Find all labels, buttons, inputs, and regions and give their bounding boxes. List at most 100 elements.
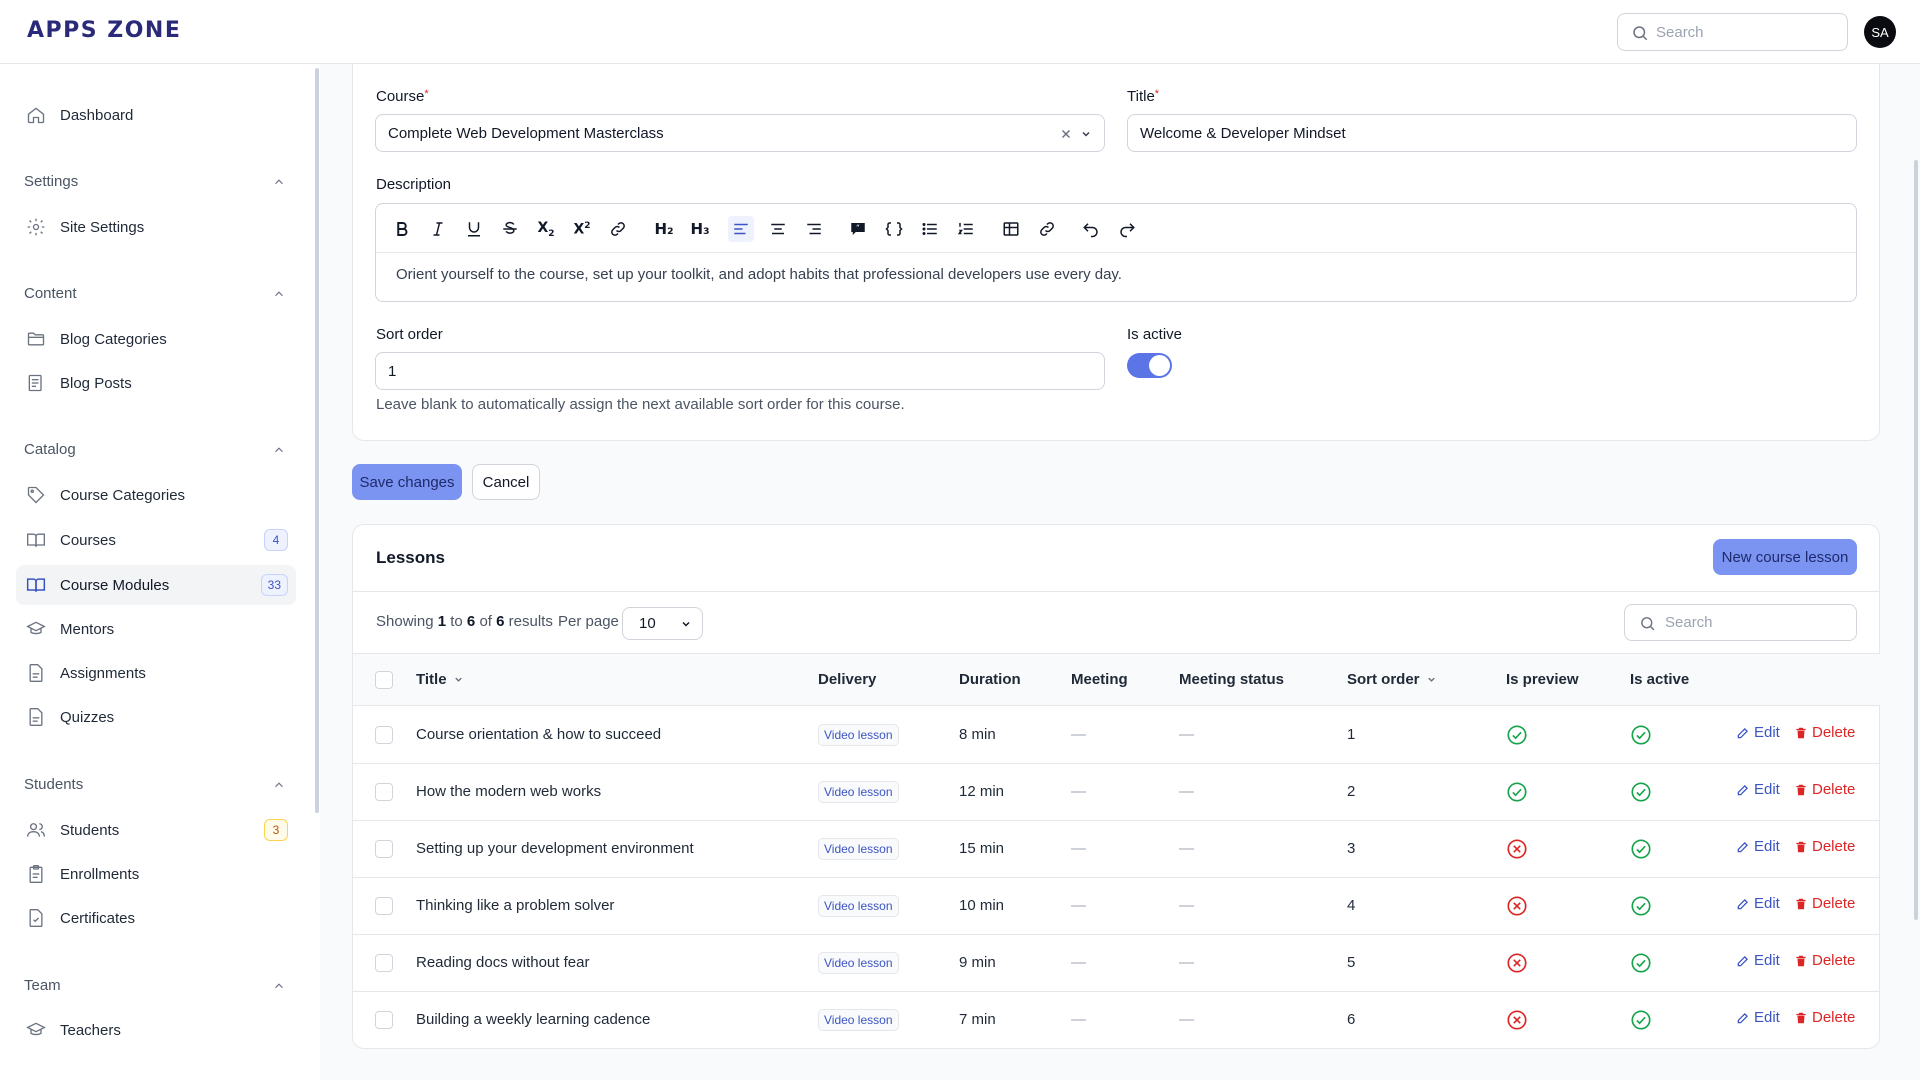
align-center-button[interactable] [765, 216, 791, 242]
sidebar-item-students[interactable]: Students 3 [16, 810, 296, 850]
edit-button[interactable]: Edit [1736, 952, 1780, 969]
underline-button[interactable] [461, 216, 487, 242]
course-select[interactable]: Complete Web Development Masterclass [375, 114, 1105, 152]
description-editor[interactable]: X2 X2 H₂ H₃ “ Orient yourself to the cou… [375, 203, 1857, 302]
sidebar-item-courses[interactable]: Courses 4 [16, 520, 296, 560]
align-right-button[interactable] [801, 216, 827, 242]
table-row: How the modern web works Video lesson 12 m… [353, 764, 1880, 821]
delete-button[interactable]: Delete [1794, 1009, 1855, 1026]
edit-button[interactable]: Edit [1736, 838, 1780, 855]
lessons-search[interactable] [1624, 604, 1857, 641]
is-active-status [1630, 1009, 1652, 1031]
chevron-down-icon[interactable] [1080, 128, 1092, 140]
align-left-button[interactable] [728, 216, 754, 242]
sidebar-item-blog-categories[interactable]: Blog Categories [16, 319, 296, 359]
lesson-title[interactable]: Reading docs without fear [416, 954, 589, 971]
clear-icon[interactable] [1060, 128, 1072, 140]
delete-button[interactable]: Delete [1794, 781, 1855, 798]
lesson-title[interactable]: Thinking like a problem solver [416, 897, 614, 914]
sidebar-scrollbar[interactable] [315, 68, 319, 813]
sidebar-item-blog-posts[interactable]: Blog Posts [16, 363, 296, 403]
gear-icon [25, 216, 47, 238]
is-preview-status [1506, 1009, 1528, 1031]
cancel-button[interactable]: Cancel [472, 464, 540, 500]
lesson-title[interactable]: Course orientation & how to succeed [416, 726, 661, 743]
sidebar-item-mentors[interactable]: Mentors [16, 609, 296, 649]
row-checkbox[interactable] [375, 897, 393, 915]
table-button[interactable] [998, 216, 1024, 242]
sidebar-group-content[interactable]: Content [24, 285, 286, 302]
sidebar-group-students[interactable]: Students [24, 776, 286, 793]
duration-cell: 15 min [959, 840, 1005, 857]
code-block-button[interactable] [881, 216, 907, 242]
sidebar-item-assignments[interactable]: Assignments [16, 653, 296, 693]
italic-button[interactable] [425, 216, 451, 242]
column-sort-order[interactable]: Sort order [1347, 671, 1437, 688]
sidebar-item-teachers[interactable]: Teachers [16, 1010, 296, 1050]
redo-button[interactable] [1114, 216, 1140, 242]
row-checkbox[interactable] [375, 954, 393, 972]
row-checkbox[interactable] [375, 726, 393, 744]
delivery-badge: Video lesson [818, 952, 899, 974]
undo-button[interactable] [1078, 216, 1104, 242]
meeting-status-cell: — [1179, 954, 1194, 971]
ordered-list-button[interactable] [953, 216, 979, 242]
sort-order-field[interactable]: 1 [375, 352, 1105, 390]
edit-button[interactable]: Edit [1736, 724, 1780, 741]
align-center-icon [771, 223, 785, 235]
user-avatar[interactable]: SA [1864, 16, 1896, 48]
global-search[interactable] [1617, 13, 1848, 51]
subscript-button[interactable]: X2 [533, 216, 559, 242]
new-course-lesson-button[interactable]: New course lesson [1713, 539, 1857, 575]
delete-button[interactable]: Delete [1794, 952, 1855, 969]
sidebar-item-course-categories[interactable]: Course Categories [16, 475, 296, 515]
heading2-button[interactable]: H₂ [649, 216, 679, 242]
sidebar-group-settings[interactable]: Settings [24, 173, 286, 190]
edit-button[interactable]: Edit [1736, 781, 1780, 798]
sidebar-item-enrollments[interactable]: Enrollments [16, 854, 296, 894]
sort-order-cell: 2 [1347, 783, 1356, 800]
is-active-label: Is active [1127, 326, 1183, 343]
edit-button[interactable]: Edit [1736, 1009, 1780, 1026]
sidebar-item-site-settings[interactable]: Site Settings [16, 207, 296, 247]
link-button[interactable] [605, 216, 631, 242]
superscript-button[interactable]: X2 [569, 216, 595, 242]
row-checkbox[interactable] [375, 783, 393, 801]
title-field[interactable]: Welcome & Developer Mindset [1127, 114, 1857, 152]
delete-button[interactable]: Delete [1794, 895, 1855, 912]
bold-button[interactable] [389, 216, 415, 242]
edit-button[interactable]: Edit [1736, 895, 1780, 912]
attach-button[interactable] [1034, 216, 1060, 242]
lesson-title[interactable]: How the modern web works [416, 783, 601, 800]
global-search-input[interactable] [1656, 14, 1841, 50]
edit-icon [1737, 955, 1748, 966]
lesson-title[interactable]: Setting up your development environment [416, 840, 694, 857]
column-delivery: Delivery [818, 671, 877, 688]
align-right-icon [807, 223, 821, 235]
strikethrough-button[interactable] [497, 216, 523, 242]
heading3-button[interactable]: H₃ [685, 216, 715, 242]
save-changes-button[interactable]: Save changes [352, 464, 462, 500]
lessons-search-input[interactable] [1665, 605, 1850, 640]
bullet-list-button[interactable] [917, 216, 943, 242]
blockquote-button[interactable]: “ [845, 216, 871, 242]
sidebar-group-team[interactable]: Team [24, 977, 286, 994]
lesson-title[interactable]: Building a weekly learning cadence [416, 1011, 650, 1028]
description-content[interactable]: Orient yourself to the course, set up yo… [396, 266, 1122, 283]
delete-button[interactable]: Delete [1794, 724, 1855, 741]
is-active-toggle[interactable] [1127, 353, 1172, 378]
app-logo[interactable]: APPS ZONE [27, 18, 181, 43]
select-all-checkbox[interactable] [375, 671, 393, 689]
row-checkbox[interactable] [375, 1011, 393, 1029]
sidebar-item-course-modules[interactable]: Course Modules 33 [16, 565, 296, 605]
sidebar-item-certificates[interactable]: Certificates [16, 898, 296, 938]
sidebar-item-quizzes[interactable]: Quizzes [16, 697, 296, 737]
code-icon [885, 222, 903, 236]
per-page-select[interactable]: 10 [622, 607, 703, 640]
page-scrollbar[interactable] [1914, 160, 1918, 920]
row-checkbox[interactable] [375, 840, 393, 858]
column-title[interactable]: Title [416, 671, 464, 688]
delete-button[interactable]: Delete [1794, 838, 1855, 855]
sidebar-item-dashboard[interactable]: Dashboard [16, 95, 296, 135]
sidebar-group-catalog[interactable]: Catalog [24, 441, 286, 458]
